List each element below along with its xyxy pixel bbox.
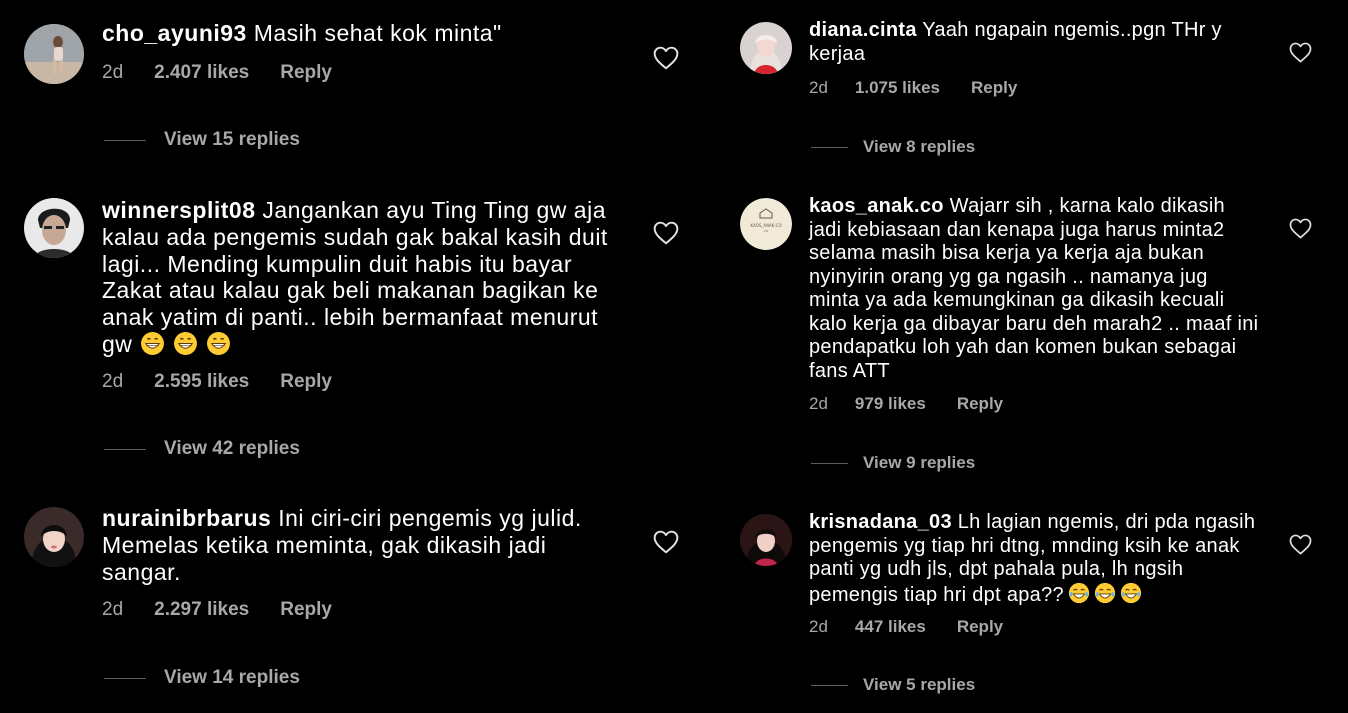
grinning-face-emoji [206,331,231,356]
comment-body: Masih sehat kok minta" [253,20,502,46]
tears-of-joy-emoji [1094,582,1116,604]
heart-icon[interactable] [1289,534,1312,555]
view-replies-label: View 9 replies [863,453,976,472]
comment-likes[interactable]: 979 likes [855,394,926,414]
comment-text: diana.cinta Yaah ngapain ngemis..pgn THr… [809,19,1259,66]
replies-divider [104,448,146,450]
heart-icon[interactable] [653,530,679,554]
replies-divider [811,684,848,686]
replies-divider [104,139,146,141]
heart-icon[interactable] [653,221,679,245]
comment-text: nurainibrbarus Ini ciri-ciri pengemis yg… [102,505,632,585]
view-replies-label: View 42 replies [164,438,300,459]
tears-of-joy-emoji [1120,582,1142,604]
avatar-logo-text: KAOS_ANAK.CO [750,223,781,228]
comment-likes[interactable]: 2.595 likes [154,371,249,393]
reply-button[interactable]: Reply [280,62,332,84]
comment-text: kaos_anak.co Wajarr sih , karna kalo dik… [809,195,1259,383]
reply-button[interactable]: Reply [957,617,1003,637]
avatar[interactable] [24,24,84,84]
view-replies-label: View 14 replies [164,667,300,688]
view-replies-button[interactable]: View 5 replies [811,675,975,695]
comment-likes[interactable]: 2.407 likes [154,62,249,84]
heart-icon[interactable] [1289,218,1312,239]
comment-time: 2d [809,394,828,413]
heart-icon[interactable] [1289,42,1312,63]
avatar[interactable] [24,507,84,567]
comment-likes[interactable]: 447 likes [855,617,926,637]
comment-text: krisnadana_03 Lh lagian ngemis, dri pda … [809,511,1259,607]
view-replies-button[interactable]: View 42 replies [104,438,300,460]
reply-button[interactable]: Reply [957,394,1003,414]
avatar[interactable] [740,514,792,566]
comment-meta: 2d 447 likes Reply [809,617,1003,637]
comment-username[interactable]: cho_ayuni93 [102,20,247,46]
view-replies-button[interactable]: View 8 replies [811,137,975,157]
comment-text: cho_ayuni93 Masih sehat kok minta" [102,20,632,47]
comment-time: 2d [809,78,828,97]
comment-time: 2d [809,617,828,636]
tears-of-joy-emoji [1068,582,1090,604]
reply-button[interactable]: Reply [971,78,1017,98]
avatar[interactable] [740,22,792,74]
comment-body: Wajarr sih , karna kalo dikasih jadi keb… [809,195,1265,382]
heart-icon[interactable] [653,46,679,70]
comment-username[interactable]: krisnadana_03 [809,511,952,533]
view-replies-button[interactable]: View 14 replies [104,667,300,689]
replies-divider [811,146,848,148]
svg-text:CO: CO [764,229,769,233]
comment-username[interactable]: nurainibrbarus [102,505,271,531]
view-replies-button[interactable]: View 15 replies [104,129,300,151]
grinning-face-emoji [140,331,165,356]
avatar[interactable] [24,198,84,258]
view-replies-label: View 5 replies [863,675,976,694]
comment-text: winnersplit08 Jangankan ayu Ting Ting gw… [102,197,632,358]
comment-meta: 2d 2.407 likes Reply [102,62,332,84]
replies-divider [811,462,848,464]
comment-time: 2d [102,599,124,620]
view-replies-label: View 8 replies [863,137,976,156]
reply-button[interactable]: Reply [280,371,332,393]
comment-likes[interactable]: 1.075 likes [855,78,940,98]
reply-button[interactable]: Reply [280,599,332,621]
view-replies-button[interactable]: View 9 replies [811,453,975,473]
avatar[interactable]: KAOS_ANAK.CO CO [740,198,792,250]
comment-username[interactable]: diana.cinta [809,19,917,41]
comment-meta: 2d 2.297 likes Reply [102,599,332,621]
comment-username[interactable]: winnersplit08 [102,197,255,223]
comment-time: 2d [102,62,124,83]
view-replies-label: View 15 replies [164,129,300,150]
comment-username[interactable]: kaos_anak.co [809,195,944,217]
grinning-face-emoji [173,331,198,356]
replies-divider [104,677,146,679]
comment-meta: 2d 1.075 likes Reply [809,78,1017,98]
comment-meta: 2d 979 likes Reply [809,394,1003,414]
comment-time: 2d [102,371,124,392]
comment-meta: 2d 2.595 likes Reply [102,371,332,393]
comment-likes[interactable]: 2.297 likes [154,599,249,621]
